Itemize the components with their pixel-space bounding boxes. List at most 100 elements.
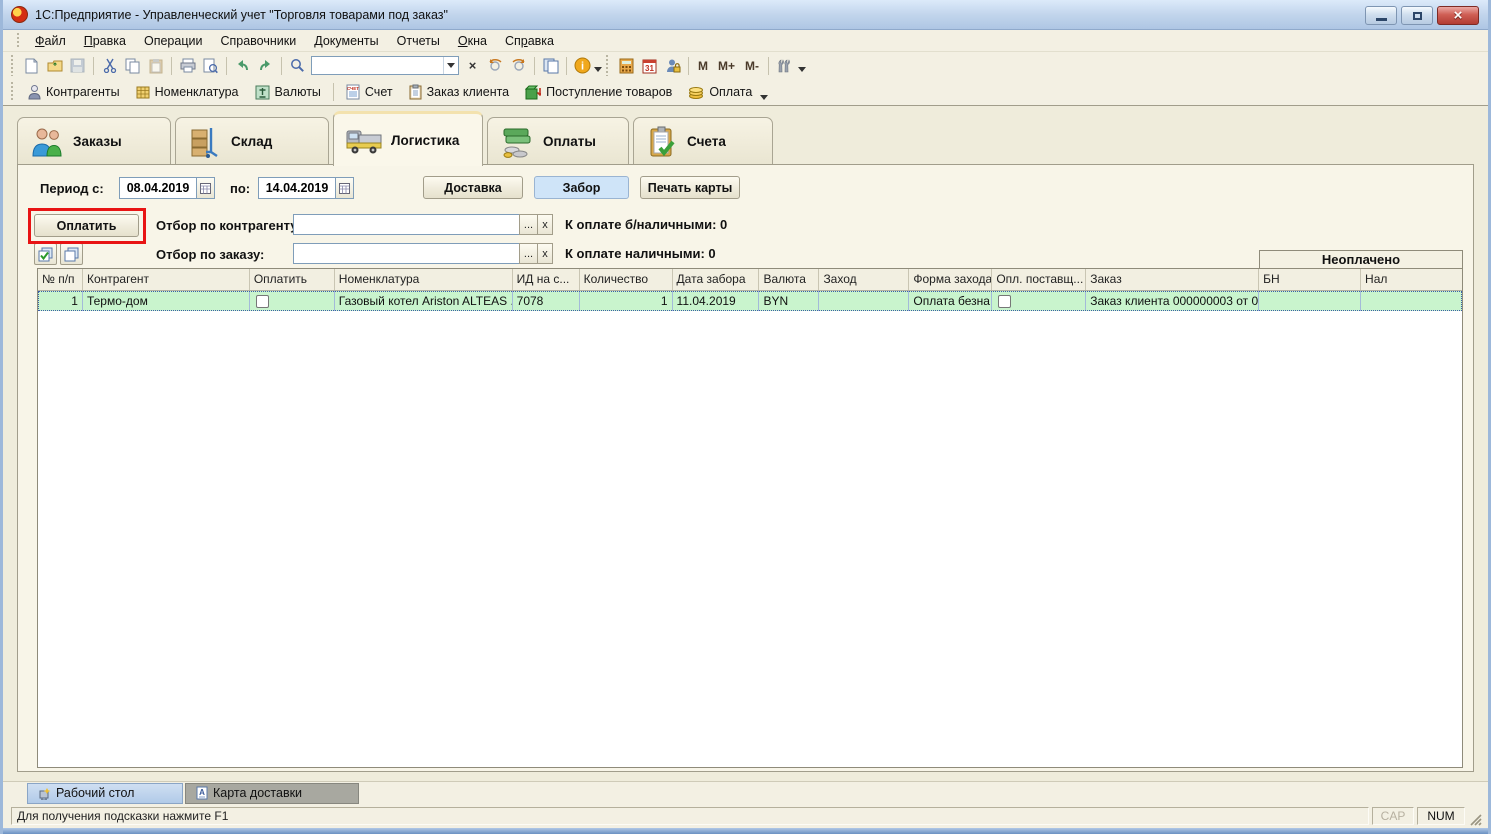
search-input[interactable] bbox=[312, 58, 443, 73]
cell-contractor[interactable]: Термо-дом bbox=[83, 291, 250, 311]
toolbar-currencies-button[interactable]: Валюты bbox=[247, 85, 329, 100]
find-previous-button[interactable] bbox=[484, 55, 507, 77]
column-header[interactable]: Контрагент bbox=[83, 269, 250, 290]
clear-search-button[interactable]: × bbox=[461, 55, 484, 77]
toolbar-client-order-button[interactable]: Заказ клиента bbox=[401, 84, 518, 100]
toolbar-overflow-icon[interactable] bbox=[760, 95, 768, 100]
period-from-input[interactable] bbox=[120, 178, 196, 198]
undo-button[interactable] bbox=[231, 55, 254, 77]
find-button[interactable] bbox=[286, 55, 309, 77]
menu-file[interactable]: Файл bbox=[26, 32, 75, 50]
cell-num[interactable]: 1 bbox=[38, 291, 83, 311]
cell-nal[interactable] bbox=[1361, 291, 1462, 311]
column-header[interactable]: Количество bbox=[580, 269, 673, 290]
save-button[interactable] bbox=[66, 55, 89, 77]
tab-orders[interactable]: Заказы bbox=[17, 117, 171, 165]
filter-order-select-button[interactable]: ... bbox=[519, 243, 538, 264]
print-preview-button[interactable] bbox=[199, 55, 222, 77]
column-header[interactable]: Опл. поставщ... bbox=[992, 269, 1086, 290]
info-button[interactable]: i bbox=[571, 55, 594, 77]
find-next-button[interactable] bbox=[507, 55, 530, 77]
copy-button[interactable] bbox=[121, 55, 144, 77]
redo-button[interactable] bbox=[254, 55, 277, 77]
service-settings-button[interactable] bbox=[773, 55, 796, 77]
calendar-picker-button[interactable] bbox=[335, 178, 353, 198]
toolbar-payment-button[interactable]: Оплата bbox=[680, 85, 760, 99]
search-dropdown-button[interactable] bbox=[443, 57, 458, 74]
menu-catalogs[interactable]: Справочники bbox=[211, 32, 305, 50]
toolbar-contractors-button[interactable]: Контрагенты bbox=[20, 85, 128, 100]
open-button[interactable] bbox=[43, 55, 66, 77]
pay-checkbox[interactable] bbox=[256, 295, 269, 308]
table-row[interactable]: 1 Термо-дом Газовый котел Ariston ALTEAS… bbox=[38, 291, 1462, 311]
filter-order-field[interactable] bbox=[293, 243, 520, 264]
delivery-button[interactable]: Доставка bbox=[423, 176, 523, 199]
restore-button[interactable] bbox=[1401, 6, 1433, 25]
copy-fragment-button[interactable] bbox=[539, 55, 562, 77]
period-to-input[interactable] bbox=[259, 178, 335, 198]
cell-entry-form[interactable]: Оплата безна... bbox=[909, 291, 992, 311]
tab-invoices[interactable]: Счета bbox=[633, 117, 773, 165]
mdi-tab-delivery-map[interactable]: A Карта доставки bbox=[185, 783, 359, 804]
tab-payments[interactable]: Оплаты bbox=[487, 117, 629, 165]
calendar-picker-button[interactable] bbox=[196, 178, 214, 198]
filter-contractor-input[interactable] bbox=[294, 215, 519, 234]
pickup-table[interactable]: № п/п Контрагент Оплатить Номенклатура И… bbox=[37, 268, 1463, 768]
memory-minus-button[interactable]: M- bbox=[740, 55, 764, 77]
menu-documents[interactable]: Документы bbox=[305, 32, 387, 50]
menu-help[interactable]: Справка bbox=[496, 32, 563, 50]
menu-edit[interactable]: Правка bbox=[75, 32, 135, 50]
print-map-button[interactable]: Печать карты bbox=[640, 176, 740, 199]
column-header[interactable]: Оплатить bbox=[250, 269, 335, 290]
period-to-field[interactable] bbox=[258, 177, 354, 199]
cell-qty[interactable]: 1 bbox=[580, 291, 673, 311]
menu-windows[interactable]: Окна bbox=[449, 32, 496, 50]
memory-recall-button[interactable]: M bbox=[693, 55, 713, 77]
print-button[interactable] bbox=[176, 55, 199, 77]
period-from-field[interactable] bbox=[119, 177, 215, 199]
tab-logistics[interactable]: Логистика bbox=[333, 111, 483, 166]
memory-plus-button[interactable]: M+ bbox=[713, 55, 740, 77]
filter-contractor-clear-button[interactable]: x bbox=[537, 214, 553, 235]
cell-order[interactable]: Заказ клиента 000000003 от 0... bbox=[1086, 291, 1259, 311]
close-button[interactable]: × bbox=[1437, 6, 1479, 25]
search-combobox[interactable] bbox=[311, 56, 459, 75]
toolbar-invoice-button[interactable]: СЧЕТ Счет bbox=[338, 84, 401, 100]
paste-button[interactable] bbox=[144, 55, 167, 77]
pickup-button[interactable]: Забор bbox=[534, 176, 629, 199]
user-permissions-button[interactable] bbox=[661, 55, 684, 77]
cell-pay[interactable] bbox=[250, 291, 335, 311]
column-header[interactable]: Заказ bbox=[1086, 269, 1259, 290]
column-header[interactable]: Дата забора bbox=[673, 269, 760, 290]
cell-supplier-paid[interactable] bbox=[992, 291, 1086, 311]
tab-warehouse[interactable]: Склад bbox=[175, 117, 329, 165]
minimize-button[interactable] bbox=[1365, 6, 1397, 25]
menu-operations[interactable]: Операции bbox=[135, 32, 211, 50]
column-header[interactable]: № п/п bbox=[38, 269, 83, 290]
menu-reports[interactable]: Отчеты bbox=[388, 32, 449, 50]
filter-order-input[interactable] bbox=[294, 244, 519, 263]
toolbar-goods-receipt-button[interactable]: Поступление товаров bbox=[517, 85, 680, 100]
toolbar-nomenclature-button[interactable]: Номенклатура bbox=[128, 85, 247, 99]
column-header[interactable]: Заход bbox=[819, 269, 909, 290]
column-header[interactable]: Номенклатура bbox=[335, 269, 513, 290]
cut-button[interactable] bbox=[98, 55, 121, 77]
filter-contractor-field[interactable] bbox=[293, 214, 520, 235]
column-header[interactable]: БН bbox=[1259, 269, 1361, 290]
info-dropdown-icon[interactable] bbox=[594, 67, 602, 72]
resize-grip[interactable] bbox=[1468, 812, 1482, 826]
toolbar-overflow-icon[interactable] bbox=[798, 67, 806, 72]
calculator-button[interactable] bbox=[615, 55, 638, 77]
filter-contractor-select-button[interactable]: ... bbox=[519, 214, 538, 235]
filter-order-clear-button[interactable]: x bbox=[537, 243, 553, 264]
cell-nomenclature[interactable]: Газовый котел Ariston ALTEAS ... bbox=[335, 291, 513, 311]
column-header[interactable]: Нал bbox=[1361, 269, 1462, 290]
cell-entry[interactable] bbox=[819, 291, 909, 311]
column-header[interactable]: Валюта bbox=[759, 269, 819, 290]
column-header[interactable]: ИД на с... bbox=[513, 269, 580, 290]
column-header[interactable]: Форма захода bbox=[909, 269, 992, 290]
check-all-button[interactable] bbox=[34, 243, 57, 265]
cell-currency[interactable]: BYN bbox=[759, 291, 819, 311]
cell-pickup-date[interactable]: 11.04.2019 bbox=[673, 291, 760, 311]
new-document-button[interactable] bbox=[20, 55, 43, 77]
